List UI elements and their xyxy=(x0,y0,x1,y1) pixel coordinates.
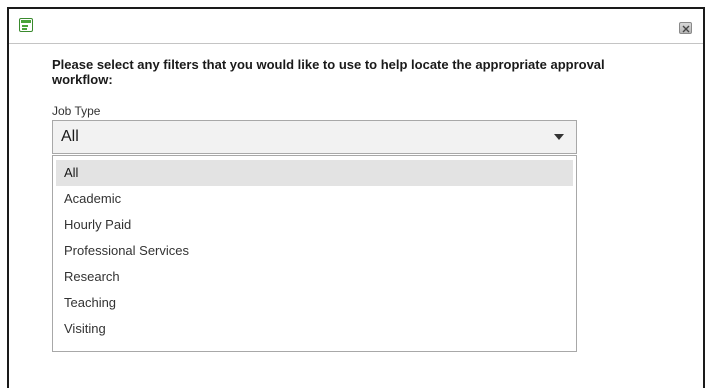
titlebar-divider xyxy=(9,43,703,44)
job-type-option-visiting[interactable]: Visiting xyxy=(56,316,573,342)
job-type-selected-value: All xyxy=(61,128,79,145)
filter-instructions: Please select any filters that you would… xyxy=(52,57,605,87)
dialog-titlebar xyxy=(9,9,703,43)
job-type-option-all[interactable]: All xyxy=(56,160,573,186)
job-type-option-professional-services[interactable]: Professional Services xyxy=(56,238,573,264)
job-type-select[interactable]: All xyxy=(52,120,577,154)
job-type-option-teaching[interactable]: Teaching xyxy=(56,290,573,316)
job-type-option-research[interactable]: Research xyxy=(56,264,573,290)
close-icon[interactable] xyxy=(679,22,692,34)
job-type-label: Job Type xyxy=(52,104,101,118)
job-type-option-hourly-paid[interactable]: Hourly Paid xyxy=(56,212,573,238)
job-type-option-academic[interactable]: Academic xyxy=(56,186,573,212)
job-type-options-list: All Academic Hourly Paid Professional Se… xyxy=(52,155,577,352)
caret-down-icon[interactable] xyxy=(542,121,576,153)
form-icon xyxy=(19,18,33,32)
